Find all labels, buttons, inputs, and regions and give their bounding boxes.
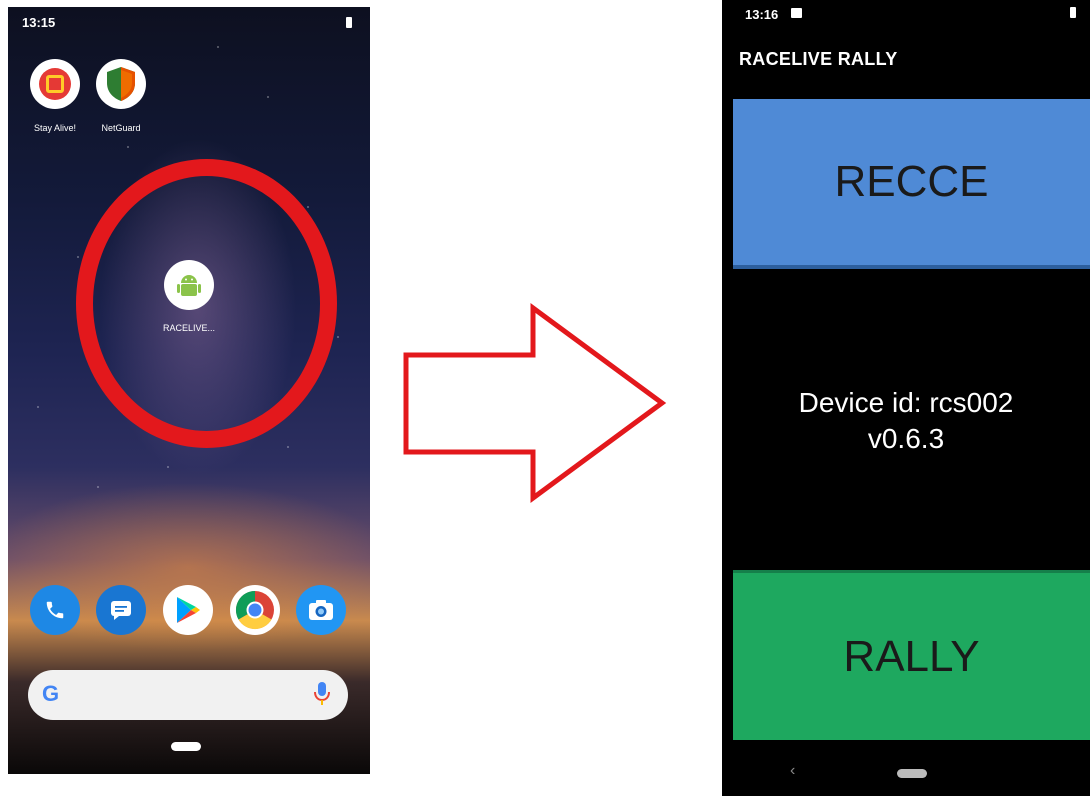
highlight-circle (76, 159, 337, 448)
chrome-icon[interactable] (230, 585, 280, 635)
battery-icon (1070, 7, 1076, 18)
app-title: RACELIVE RALLY (739, 49, 898, 69)
stay-alive-app-icon[interactable] (30, 59, 80, 109)
recce-button[interactable]: RECCE (733, 99, 1090, 269)
play-store-icon[interactable] (163, 585, 213, 635)
messages-icon[interactable] (96, 585, 146, 635)
phone-icon[interactable] (30, 585, 80, 635)
device-info: Device id: rcs002 v0.6.3 (722, 385, 1090, 457)
racelive-app-screen: 13:16 RACELIVE RALLY RECCE Device id: rc… (722, 0, 1090, 796)
android-icon (177, 275, 201, 296)
google-search-bar[interactable]: G (28, 670, 348, 720)
home-screen: 13:15 Stay Alive! NetGuard RACELIVE... G (8, 7, 370, 774)
camera-icon[interactable] (296, 585, 346, 635)
rally-button[interactable]: RALLY (733, 570, 1090, 740)
back-nav-icon[interactable]: ‹ (790, 762, 795, 780)
status-time: 13:16 (745, 7, 779, 22)
home-gesture-pill[interactable] (171, 742, 201, 751)
image-notification-icon (791, 8, 802, 18)
right-arrow-icon (403, 303, 667, 503)
home-gesture-pill[interactable] (897, 769, 927, 778)
stay-alive-app-label: Stay Alive! (33, 123, 77, 133)
google-logo: G (42, 681, 60, 706)
mic-icon[interactable] (314, 681, 330, 712)
netguard-app-label: NetGuard (101, 123, 141, 133)
battery-icon (346, 17, 352, 28)
netguard-app-icon[interactable] (96, 59, 146, 109)
racelive-app-icon[interactable] (164, 260, 214, 310)
device-id-text: Device id: rcs002 (798, 387, 1014, 418)
racelive-app-label: RACELIVE... (162, 323, 216, 333)
status-time: 13:15 (22, 15, 56, 30)
version-text: v0.6.3 (867, 423, 945, 454)
